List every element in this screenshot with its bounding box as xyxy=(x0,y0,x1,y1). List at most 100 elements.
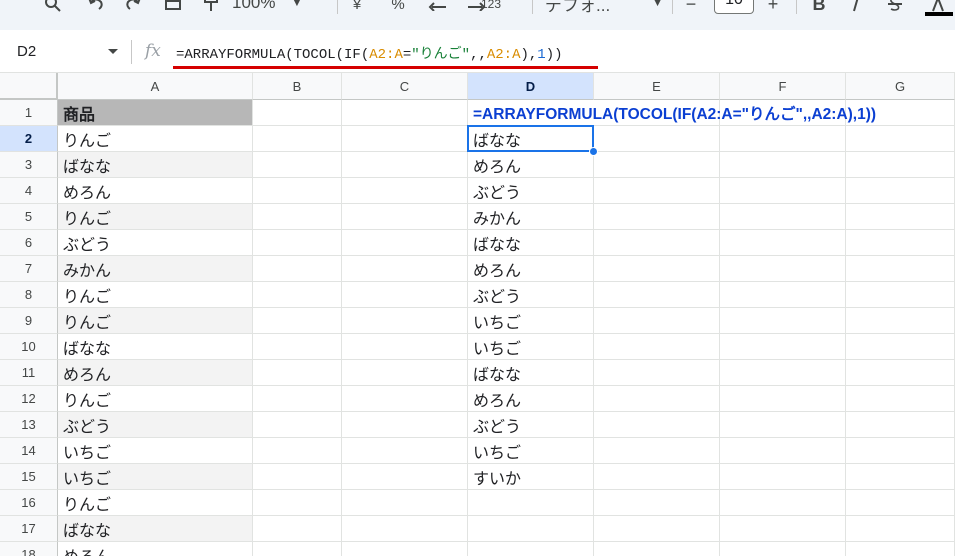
cell-d16[interactable] xyxy=(468,490,594,516)
cell-f17[interactable] xyxy=(720,516,846,542)
cell-f2[interactable] xyxy=(720,126,846,152)
cell-g13[interactable] xyxy=(846,412,955,438)
cell-b2[interactable] xyxy=(253,126,342,152)
row-header-6[interactable]: 6 xyxy=(0,230,58,256)
cell-d17[interactable] xyxy=(468,516,594,542)
cell-a4[interactable]: めろん xyxy=(58,178,253,204)
cell-e7[interactable] xyxy=(594,256,720,282)
cell-f16[interactable] xyxy=(720,490,846,516)
select-all-corner[interactable] xyxy=(0,73,58,100)
cell-a1[interactable]: 商品 xyxy=(58,100,253,126)
cell-f15[interactable] xyxy=(720,464,846,490)
cell-d6[interactable]: ばなな xyxy=(468,230,594,256)
cell-e4[interactable] xyxy=(594,178,720,204)
cell-a9[interactable]: りんご xyxy=(58,308,253,334)
cell-c11[interactable] xyxy=(342,360,468,386)
row-header-12[interactable]: 12 xyxy=(0,386,58,412)
cell-b5[interactable] xyxy=(253,204,342,230)
cell-d2[interactable]: ばなな xyxy=(468,126,594,152)
number-format-button[interactable]: 123 xyxy=(478,0,504,16)
cell-d10[interactable]: いちご xyxy=(468,334,594,360)
cell-b6[interactable] xyxy=(253,230,342,256)
bold-button[interactable]: B xyxy=(808,0,830,16)
row-header-10[interactable]: 10 xyxy=(0,334,58,360)
row-header-4[interactable]: 4 xyxy=(0,178,58,204)
row-header-17[interactable]: 17 xyxy=(0,516,58,542)
cell-e10[interactable] xyxy=(594,334,720,360)
cell-g5[interactable] xyxy=(846,204,955,230)
percent-format-button[interactable]: % xyxy=(387,0,409,16)
cell-a8[interactable]: りんご xyxy=(58,282,253,308)
column-header-c[interactable]: C xyxy=(342,73,468,100)
font-size-input[interactable]: 10 xyxy=(714,0,754,14)
cell-c7[interactable] xyxy=(342,256,468,282)
cell-g16[interactable] xyxy=(846,490,955,516)
row-header-9[interactable]: 9 xyxy=(0,308,58,334)
column-header-e[interactable]: E xyxy=(594,73,720,100)
cell-c6[interactable] xyxy=(342,230,468,256)
column-header-f[interactable]: F xyxy=(720,73,846,100)
search-menu-icon[interactable] xyxy=(40,0,66,16)
cell-c15[interactable] xyxy=(342,464,468,490)
cell-a13[interactable]: ぶどう xyxy=(58,412,253,438)
cell-e5[interactable] xyxy=(594,204,720,230)
cell-f8[interactable] xyxy=(720,282,846,308)
cell-b17[interactable] xyxy=(253,516,342,542)
row-header-18[interactable]: 18 xyxy=(0,542,58,556)
cell-a3[interactable]: ばなな xyxy=(58,152,253,178)
cell-c13[interactable] xyxy=(342,412,468,438)
cell-c9[interactable] xyxy=(342,308,468,334)
cell-f4[interactable] xyxy=(720,178,846,204)
cell-f6[interactable] xyxy=(720,230,846,256)
row-header-11[interactable]: 11 xyxy=(0,360,58,386)
row-header-1[interactable]: 1 xyxy=(0,100,58,126)
decrease-decimal-icon[interactable] xyxy=(425,0,451,16)
paint-format-icon[interactable] xyxy=(198,0,224,16)
cell-c16[interactable] xyxy=(342,490,468,516)
column-header-g[interactable]: G xyxy=(846,73,955,100)
cell-f10[interactable] xyxy=(720,334,846,360)
cell-g15[interactable] xyxy=(846,464,955,490)
cell-b16[interactable] xyxy=(253,490,342,516)
cell-c12[interactable] xyxy=(342,386,468,412)
cell-a14[interactable]: いちご xyxy=(58,438,253,464)
row-header-7[interactable]: 7 xyxy=(0,256,58,282)
cell-g10[interactable] xyxy=(846,334,955,360)
decrease-font-size-button[interactable]: − xyxy=(680,0,702,16)
cell-e13[interactable] xyxy=(594,412,720,438)
cell-a5[interactable]: りんご xyxy=(58,204,253,230)
undo-icon[interactable] xyxy=(83,0,109,16)
cell-c8[interactable] xyxy=(342,282,468,308)
cell-d15[interactable]: すいか xyxy=(468,464,594,490)
cell-e15[interactable] xyxy=(594,464,720,490)
cell-f14[interactable] xyxy=(720,438,846,464)
cell-e2[interactable] xyxy=(594,126,720,152)
cell-f9[interactable] xyxy=(720,308,846,334)
row-header-14[interactable]: 14 xyxy=(0,438,58,464)
cell-a7[interactable]: みかん xyxy=(58,256,253,282)
cell-a15[interactable]: いちご xyxy=(58,464,253,490)
cell-d11[interactable]: ばなな xyxy=(468,360,594,386)
cell-g11[interactable] xyxy=(846,360,955,386)
cell-d8[interactable]: ぶどう xyxy=(468,282,594,308)
currency-format-button[interactable]: ¥ xyxy=(346,0,368,16)
cell-a2[interactable]: りんご xyxy=(58,126,253,152)
cell-c10[interactable] xyxy=(342,334,468,360)
row-header-16[interactable]: 16 xyxy=(0,490,58,516)
row-header-5[interactable]: 5 xyxy=(0,204,58,230)
cell-e14[interactable] xyxy=(594,438,720,464)
cell-c2[interactable] xyxy=(342,126,468,152)
cell-a10[interactable]: ばなな xyxy=(58,334,253,360)
cell-a16[interactable]: りんご xyxy=(58,490,253,516)
cell-d14[interactable]: いちご xyxy=(468,438,594,464)
italic-icon[interactable] xyxy=(845,0,867,16)
cell-g17[interactable] xyxy=(846,516,955,542)
cell-c14[interactable] xyxy=(342,438,468,464)
cell-c4[interactable] xyxy=(342,178,468,204)
print-icon[interactable] xyxy=(160,0,186,16)
cell-e9[interactable] xyxy=(594,308,720,334)
cell-f18[interactable] xyxy=(720,542,846,556)
row-header-2[interactable]: 2 xyxy=(0,126,58,152)
cell-a18[interactable]: めろん xyxy=(58,542,253,556)
cell-c17[interactable] xyxy=(342,516,468,542)
